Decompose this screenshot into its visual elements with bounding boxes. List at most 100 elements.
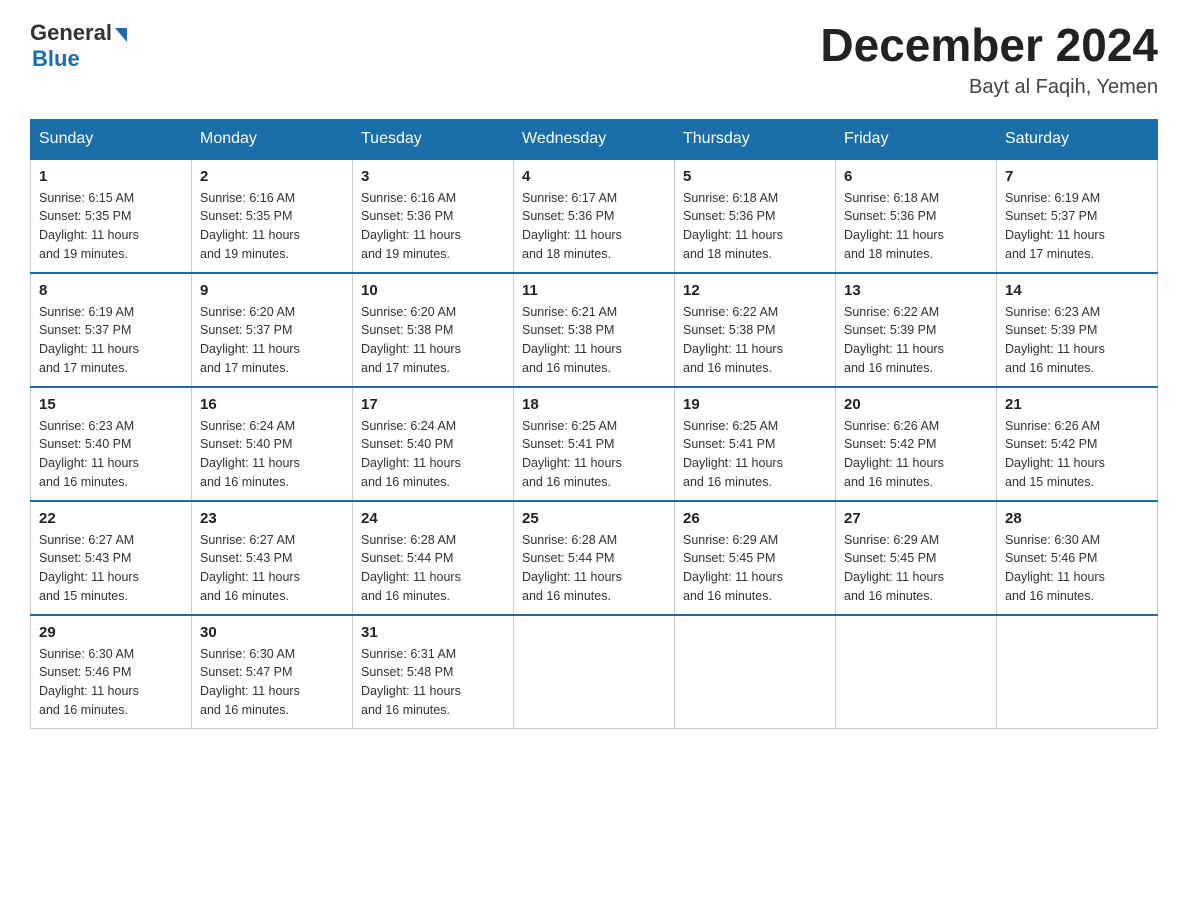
day-info: Sunrise: 6:30 AM Sunset: 5:46 PM Dayligh… [1005,531,1149,606]
day-info: Sunrise: 6:29 AM Sunset: 5:45 PM Dayligh… [683,531,827,606]
calendar-cell: 28 Sunrise: 6:30 AM Sunset: 5:46 PM Dayl… [997,501,1158,615]
day-number: 29 [39,624,183,641]
calendar-cell: 13 Sunrise: 6:22 AM Sunset: 5:39 PM Dayl… [836,273,997,387]
day-info: Sunrise: 6:29 AM Sunset: 5:45 PM Dayligh… [844,531,988,606]
calendar-header-wednesday: Wednesday [514,119,675,159]
day-number: 3 [361,168,505,185]
day-info: Sunrise: 6:26 AM Sunset: 5:42 PM Dayligh… [1005,417,1149,492]
day-number: 13 [844,282,988,299]
day-info: Sunrise: 6:27 AM Sunset: 5:43 PM Dayligh… [39,531,183,606]
calendar-cell [836,615,997,729]
day-info: Sunrise: 6:18 AM Sunset: 5:36 PM Dayligh… [683,189,827,264]
day-info: Sunrise: 6:31 AM Sunset: 5:48 PM Dayligh… [361,645,505,720]
calendar-cell: 12 Sunrise: 6:22 AM Sunset: 5:38 PM Dayl… [675,273,836,387]
calendar-cell: 15 Sunrise: 6:23 AM Sunset: 5:40 PM Dayl… [31,387,192,501]
calendar-cell: 7 Sunrise: 6:19 AM Sunset: 5:37 PM Dayli… [997,159,1158,273]
day-number: 16 [200,396,344,413]
calendar-cell: 2 Sunrise: 6:16 AM Sunset: 5:35 PM Dayli… [192,159,353,273]
day-number: 17 [361,396,505,413]
calendar-cell: 29 Sunrise: 6:30 AM Sunset: 5:46 PM Dayl… [31,615,192,729]
calendar-header-tuesday: Tuesday [353,119,514,159]
day-info: Sunrise: 6:24 AM Sunset: 5:40 PM Dayligh… [200,417,344,492]
calendar-cell: 21 Sunrise: 6:26 AM Sunset: 5:42 PM Dayl… [997,387,1158,501]
calendar-cell: 6 Sunrise: 6:18 AM Sunset: 5:36 PM Dayli… [836,159,997,273]
calendar-cell: 31 Sunrise: 6:31 AM Sunset: 5:48 PM Dayl… [353,615,514,729]
subtitle: Bayt al Faqih, Yemen [820,76,1158,99]
day-number: 24 [361,510,505,527]
day-number: 7 [1005,168,1149,185]
day-info: Sunrise: 6:28 AM Sunset: 5:44 PM Dayligh… [522,531,666,606]
day-info: Sunrise: 6:25 AM Sunset: 5:41 PM Dayligh… [683,417,827,492]
calendar-week-row-4: 22 Sunrise: 6:27 AM Sunset: 5:43 PM Dayl… [31,501,1158,615]
day-info: Sunrise: 6:15 AM Sunset: 5:35 PM Dayligh… [39,189,183,264]
day-number: 6 [844,168,988,185]
calendar-cell: 8 Sunrise: 6:19 AM Sunset: 5:37 PM Dayli… [31,273,192,387]
day-number: 10 [361,282,505,299]
calendar-cell: 16 Sunrise: 6:24 AM Sunset: 5:40 PM Dayl… [192,387,353,501]
logo: General Blue [30,20,127,72]
logo-blue-text: Blue [32,46,80,72]
day-number: 5 [683,168,827,185]
title-section: December 2024 Bayt al Faqih, Yemen [820,20,1158,99]
calendar-table: SundayMondayTuesdayWednesdayThursdayFrid… [30,119,1158,729]
main-title: December 2024 [820,20,1158,71]
day-number: 26 [683,510,827,527]
page-header: General Blue December 2024 Bayt al Faqih… [30,20,1158,99]
calendar-cell: 20 Sunrise: 6:26 AM Sunset: 5:42 PM Dayl… [836,387,997,501]
day-number: 11 [522,282,666,299]
calendar-cell: 5 Sunrise: 6:18 AM Sunset: 5:36 PM Dayli… [675,159,836,273]
calendar-cell: 14 Sunrise: 6:23 AM Sunset: 5:39 PM Dayl… [997,273,1158,387]
calendar-cell [514,615,675,729]
day-info: Sunrise: 6:19 AM Sunset: 5:37 PM Dayligh… [39,303,183,378]
day-number: 25 [522,510,666,527]
calendar-header-friday: Friday [836,119,997,159]
calendar-cell: 4 Sunrise: 6:17 AM Sunset: 5:36 PM Dayli… [514,159,675,273]
calendar-cell: 23 Sunrise: 6:27 AM Sunset: 5:43 PM Dayl… [192,501,353,615]
day-info: Sunrise: 6:27 AM Sunset: 5:43 PM Dayligh… [200,531,344,606]
calendar-cell: 11 Sunrise: 6:21 AM Sunset: 5:38 PM Dayl… [514,273,675,387]
calendar-cell: 19 Sunrise: 6:25 AM Sunset: 5:41 PM Dayl… [675,387,836,501]
calendar-cell: 30 Sunrise: 6:30 AM Sunset: 5:47 PM Dayl… [192,615,353,729]
day-info: Sunrise: 6:23 AM Sunset: 5:39 PM Dayligh… [1005,303,1149,378]
calendar-cell [675,615,836,729]
day-number: 2 [200,168,344,185]
day-number: 22 [39,510,183,527]
day-info: Sunrise: 6:28 AM Sunset: 5:44 PM Dayligh… [361,531,505,606]
day-info: Sunrise: 6:21 AM Sunset: 5:38 PM Dayligh… [522,303,666,378]
day-number: 19 [683,396,827,413]
day-number: 8 [39,282,183,299]
day-info: Sunrise: 6:23 AM Sunset: 5:40 PM Dayligh… [39,417,183,492]
day-info: Sunrise: 6:18 AM Sunset: 5:36 PM Dayligh… [844,189,988,264]
calendar-cell: 25 Sunrise: 6:28 AM Sunset: 5:44 PM Dayl… [514,501,675,615]
day-number: 15 [39,396,183,413]
calendar-cell: 1 Sunrise: 6:15 AM Sunset: 5:35 PM Dayli… [31,159,192,273]
day-number: 21 [1005,396,1149,413]
calendar-header-row: SundayMondayTuesdayWednesdayThursdayFrid… [31,119,1158,159]
day-number: 27 [844,510,988,527]
calendar-cell: 9 Sunrise: 6:20 AM Sunset: 5:37 PM Dayli… [192,273,353,387]
day-info: Sunrise: 6:30 AM Sunset: 5:46 PM Dayligh… [39,645,183,720]
calendar-cell: 24 Sunrise: 6:28 AM Sunset: 5:44 PM Dayl… [353,501,514,615]
calendar-header-thursday: Thursday [675,119,836,159]
day-info: Sunrise: 6:20 AM Sunset: 5:38 PM Dayligh… [361,303,505,378]
day-info: Sunrise: 6:16 AM Sunset: 5:35 PM Dayligh… [200,189,344,264]
day-info: Sunrise: 6:24 AM Sunset: 5:40 PM Dayligh… [361,417,505,492]
calendar-cell [997,615,1158,729]
day-number: 31 [361,624,505,641]
day-info: Sunrise: 6:17 AM Sunset: 5:36 PM Dayligh… [522,189,666,264]
day-number: 20 [844,396,988,413]
calendar-cell: 3 Sunrise: 6:16 AM Sunset: 5:36 PM Dayli… [353,159,514,273]
logo-triangle-icon [115,28,127,42]
day-info: Sunrise: 6:20 AM Sunset: 5:37 PM Dayligh… [200,303,344,378]
day-info: Sunrise: 6:16 AM Sunset: 5:36 PM Dayligh… [361,189,505,264]
day-info: Sunrise: 6:26 AM Sunset: 5:42 PM Dayligh… [844,417,988,492]
day-info: Sunrise: 6:25 AM Sunset: 5:41 PM Dayligh… [522,417,666,492]
day-number: 18 [522,396,666,413]
calendar-cell: 17 Sunrise: 6:24 AM Sunset: 5:40 PM Dayl… [353,387,514,501]
calendar-cell: 10 Sunrise: 6:20 AM Sunset: 5:38 PM Dayl… [353,273,514,387]
calendar-header-sunday: Sunday [31,119,192,159]
day-number: 23 [200,510,344,527]
calendar-cell: 26 Sunrise: 6:29 AM Sunset: 5:45 PM Dayl… [675,501,836,615]
calendar-header-saturday: Saturday [997,119,1158,159]
calendar-week-row-2: 8 Sunrise: 6:19 AM Sunset: 5:37 PM Dayli… [31,273,1158,387]
